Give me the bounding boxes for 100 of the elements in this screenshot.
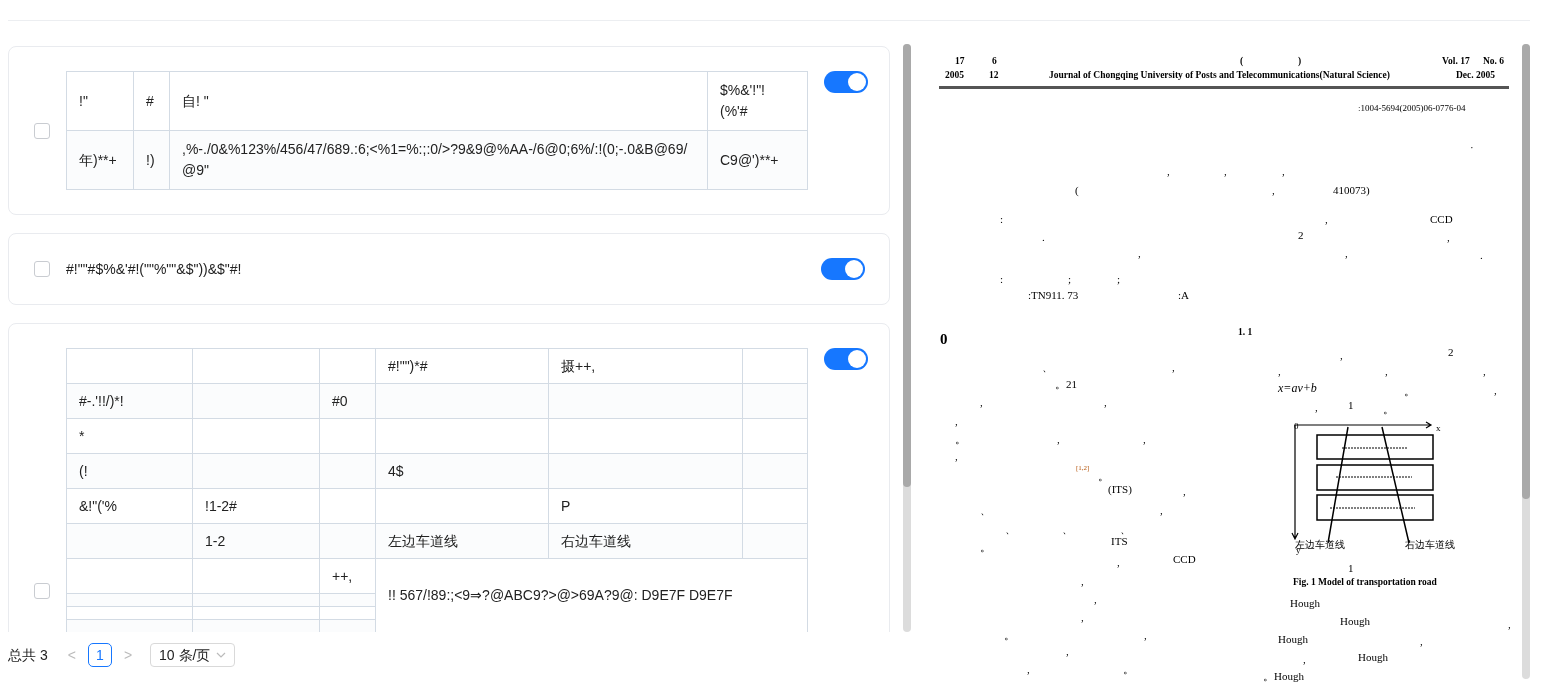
document-text: Vol. 17 xyxy=(1442,57,1470,67)
lane-label: 右边车道线 xyxy=(1405,540,1455,550)
document-text: 1 xyxy=(1348,562,1354,574)
document-text: ) xyxy=(1298,57,1302,67)
table-cell: 4$ xyxy=(375,453,549,489)
document-text: , xyxy=(1183,485,1186,497)
document-text: Hough xyxy=(1340,615,1370,627)
document-text: Hough xyxy=(1358,651,1388,663)
document-text: , xyxy=(1081,575,1084,587)
checkbox[interactable] xyxy=(34,261,50,277)
document-text: , xyxy=(1385,365,1388,377)
axis-label: 0 xyxy=(1294,421,1299,431)
document-text: . xyxy=(1042,231,1045,243)
document-text: ( xyxy=(1075,184,1079,196)
document-text: , xyxy=(1483,365,1486,377)
document-text: , xyxy=(980,396,983,408)
page-button[interactable]: 1 xyxy=(87,643,112,667)
document-text: 410073) xyxy=(1333,184,1370,196)
document-text: , xyxy=(1027,663,1030,675)
document-text: 2 xyxy=(1448,346,1454,358)
document-text: 12 xyxy=(989,71,999,81)
document-text: 。 xyxy=(1404,385,1415,397)
document-text: , xyxy=(1494,384,1497,396)
table-cell: #!"")*# xyxy=(375,348,549,384)
chevron-down-icon xyxy=(216,652,227,658)
document-text: ITS xyxy=(1111,535,1128,547)
document-text: Hough xyxy=(1290,597,1320,609)
document-text: 、 xyxy=(1005,523,1016,535)
document-text: 。 xyxy=(980,541,991,553)
document-text: , xyxy=(1278,365,1281,377)
table-cell: #-.'!!/)*! xyxy=(66,383,193,419)
document-text: 1 xyxy=(1348,399,1354,411)
checkbox[interactable] xyxy=(34,122,50,139)
document-text: , xyxy=(1117,556,1120,568)
document-text: , xyxy=(1172,361,1175,373)
document-text: CCD xyxy=(1173,553,1196,565)
document-text: 。21 xyxy=(1055,378,1077,390)
document-text: Hough xyxy=(1278,633,1308,645)
document-text: 、 xyxy=(980,504,991,516)
document-text: , xyxy=(1345,247,1348,259)
table-cell: * xyxy=(66,418,193,454)
document-text: . xyxy=(1480,249,1483,261)
table-cell: 左边车道线 xyxy=(375,523,549,559)
document-text: 、 xyxy=(1042,361,1053,373)
document-text: · xyxy=(1470,141,1474,153)
table-cell: 自! " xyxy=(169,71,708,131)
document-text: Dec. 2005 xyxy=(1456,71,1496,81)
document-text: :1004-5694(2005)06-0776-04 xyxy=(1358,103,1466,113)
document-text: 2005 xyxy=(945,71,964,81)
table-cell: ++, xyxy=(319,558,376,594)
document-text: Fig. 1 Model of transportation road xyxy=(1293,578,1437,588)
document-text: , xyxy=(955,415,958,427)
document-text: x=av+b xyxy=(1278,382,1317,394)
document-text: , xyxy=(1303,653,1306,665)
table-cell: # xyxy=(133,71,170,131)
table-cell: !1-2# xyxy=(192,488,320,524)
document-text: No. 6 xyxy=(1483,57,1505,67)
document-text: (ITS) xyxy=(1108,483,1132,495)
document-text: , xyxy=(1138,247,1141,259)
table-cell: 1-2 xyxy=(192,523,320,559)
document-text: , xyxy=(1094,593,1097,605)
table-cell: ,%-./0&%123%/456/47/689.:6;<%1=%:;:0/>?9&9@%AA-/6@0;6%/:!(0;-.0&B@69/@9" xyxy=(169,130,708,190)
document-text: Journal of Chongqing University of Posts and Telecommunications(Natural Science) xyxy=(1049,71,1390,81)
document-text: 0 xyxy=(940,331,948,347)
document-text: CCD xyxy=(1430,213,1453,225)
document-text: , xyxy=(1447,231,1450,243)
document-text: 。 xyxy=(1098,470,1109,482)
document-text: , xyxy=(1104,396,1107,408)
lane-label: 左边车道线 xyxy=(1295,540,1345,550)
document-text: , xyxy=(1057,433,1060,445)
table-cell: &!"('% xyxy=(66,488,193,524)
document-text: ; xyxy=(1117,273,1121,285)
document-text: , xyxy=(1081,611,1084,623)
document-text: 。Hough xyxy=(1263,670,1304,682)
table-cell: $%&'!"!(%'# xyxy=(707,71,808,131)
table-cell: 年)**+ xyxy=(66,130,134,190)
table-cell: 摄++, xyxy=(548,348,743,384)
document-text: , xyxy=(1167,165,1170,177)
page-size-select[interactable]: 10 条/页 xyxy=(150,643,236,667)
document-text: , xyxy=(1282,165,1285,177)
scrollbar[interactable] xyxy=(903,44,911,632)
scrollbar[interactable] xyxy=(1522,44,1530,679)
document-text: , xyxy=(1224,165,1227,177)
table-cell: 右边车道线 xyxy=(548,523,743,559)
document-text: , xyxy=(1315,401,1318,413)
toggle-switch[interactable] xyxy=(824,348,868,370)
document-text: , xyxy=(1420,635,1423,647)
table-cell: C9@')**+ xyxy=(707,130,808,190)
document-text: 。 xyxy=(955,433,966,445)
axis-label: x xyxy=(1436,423,1441,433)
toggle-switch[interactable] xyxy=(821,258,865,280)
document-text: :A xyxy=(1178,289,1189,301)
document-text: , xyxy=(1066,645,1069,657)
checkbox[interactable] xyxy=(34,582,50,599)
document-text: , xyxy=(955,450,958,462)
document-text: 2 xyxy=(1298,229,1304,241)
toggle-switch[interactable] xyxy=(824,71,868,93)
document-text: 6 xyxy=(992,57,997,67)
table-cell: #0 xyxy=(319,383,376,419)
document-text: , xyxy=(1143,433,1146,445)
